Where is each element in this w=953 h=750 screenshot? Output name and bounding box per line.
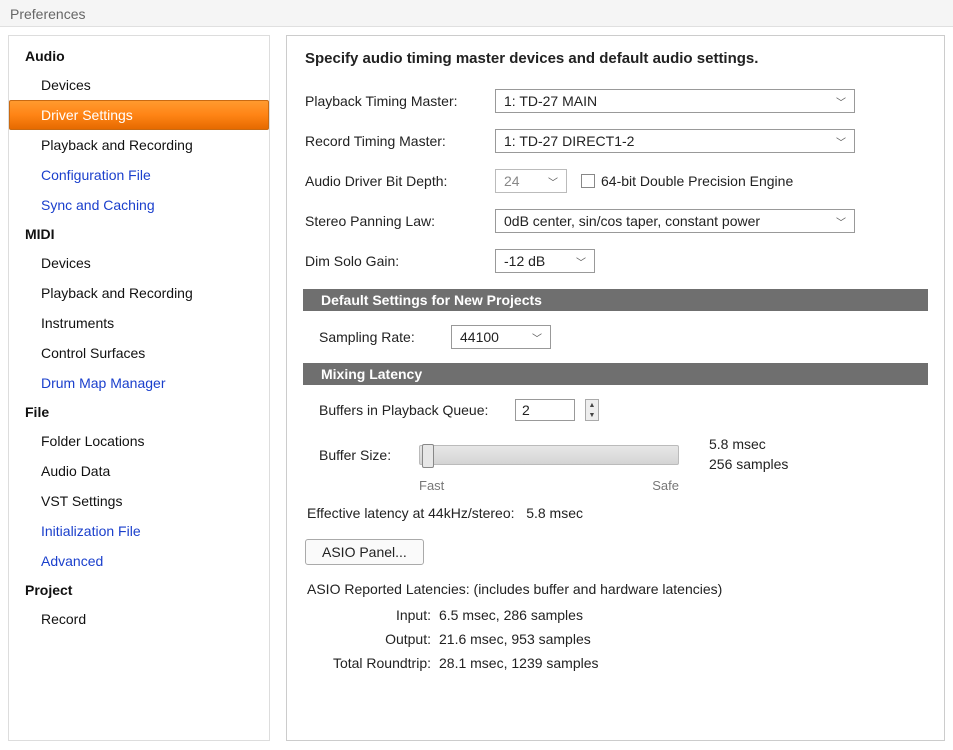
slider-safe-label: Safe	[652, 478, 679, 493]
panning-value: 0dB center, sin/cos taper, constant powe…	[504, 213, 760, 229]
nav-audio-devices[interactable]: Devices	[9, 70, 269, 100]
nav-header-audio: Audio	[9, 42, 269, 70]
section-mixing-latency: Mixing Latency	[303, 363, 928, 385]
latency-roundtrip-value: 28.1 msec, 1239 samples	[439, 655, 599, 671]
nav-project-record[interactable]: Record	[9, 604, 269, 634]
bufsize-samples: 256 samples	[709, 455, 788, 475]
dimsolo-label: Dim Solo Gain:	[305, 253, 495, 269]
chevron-down-icon: ﹀	[836, 134, 846, 149]
effective-latency-label: Effective latency at 44kHz/stereo:	[307, 505, 515, 521]
nav-file-initialization-file[interactable]: Initialization File	[9, 516, 269, 546]
latency-output-label: Output:	[307, 631, 439, 647]
dimsolo-select[interactable]: -12 dB ﹀	[495, 249, 595, 273]
asio-reported-header: ASIO Reported Latencies: (includes buffe…	[307, 581, 926, 597]
nav-file-advanced[interactable]: Advanced	[9, 546, 269, 576]
nav-header-midi: MIDI	[9, 220, 269, 248]
spinner-up-icon: ▲	[586, 400, 598, 410]
dimsolo-value: -12 dB	[504, 253, 545, 269]
latency-output-value: 21.6 msec, 953 samples	[439, 631, 591, 647]
nav-midi-drum-map-manager[interactable]: Drum Map Manager	[9, 368, 269, 398]
buffers-value: 2	[522, 402, 530, 418]
nav-audio-sync-caching[interactable]: Sync and Caching	[9, 190, 269, 220]
nav-file-folder-locations[interactable]: Folder Locations	[9, 426, 269, 456]
section-defaults: Default Settings for New Projects	[303, 289, 928, 311]
chevron-down-icon: ﹀	[576, 254, 586, 269]
record-master-value: 1: TD-27 DIRECT1-2	[504, 133, 634, 149]
playback-master-select[interactable]: 1: TD-27 MAIN ﹀	[495, 89, 855, 113]
bufsize-ms: 5.8 msec	[709, 435, 788, 455]
bufsize-slider[interactable]	[419, 445, 679, 465]
bitdepth-label: Audio Driver Bit Depth:	[305, 173, 495, 189]
samplerate-select[interactable]: 44100 ﹀	[451, 325, 551, 349]
preferences-nav: Audio Devices Driver Settings Playback a…	[8, 35, 270, 741]
nav-audio-configuration-file[interactable]: Configuration File	[9, 160, 269, 190]
slider-fast-label: Fast	[419, 478, 444, 493]
nav-audio-driver-settings[interactable]: Driver Settings	[9, 100, 269, 130]
slider-thumb[interactable]	[422, 444, 434, 468]
record-master-select[interactable]: 1: TD-27 DIRECT1-2 ﹀	[495, 129, 855, 153]
settings-panel: Specify audio timing master devices and …	[286, 35, 945, 741]
latency-input-value: 6.5 msec, 286 samples	[439, 607, 583, 623]
samplerate-label: Sampling Rate:	[319, 329, 451, 345]
nav-audio-playback-recording[interactable]: Playback and Recording	[9, 130, 269, 160]
chevron-down-icon: ﹀	[836, 94, 846, 109]
nav-header-file: File	[9, 398, 269, 426]
bitdepth-value: 24	[504, 173, 520, 189]
buffers-spinner[interactable]: ▲▼	[585, 399, 599, 421]
nav-header-project: Project	[9, 576, 269, 604]
double-precision-label: 64-bit Double Precision Engine	[601, 173, 793, 189]
chevron-down-icon: ﹀	[836, 214, 846, 229]
double-precision-checkbox[interactable]	[581, 174, 595, 188]
nav-file-vst-settings[interactable]: VST Settings	[9, 486, 269, 516]
chevron-down-icon: ﹀	[548, 174, 558, 189]
latency-input-label: Input:	[307, 607, 439, 623]
asio-panel-button[interactable]: ASIO Panel...	[305, 539, 424, 565]
nav-file-audio-data[interactable]: Audio Data	[9, 456, 269, 486]
buffers-label: Buffers in Playback Queue:	[319, 402, 505, 418]
playback-master-value: 1: TD-27 MAIN	[504, 93, 597, 109]
nav-midi-playback-recording[interactable]: Playback and Recording	[9, 278, 269, 308]
samplerate-value: 44100	[460, 329, 499, 345]
spinner-down-icon: ▼	[586, 410, 598, 420]
bitdepth-select[interactable]: 24 ﹀	[495, 169, 567, 193]
nav-midi-instruments[interactable]: Instruments	[9, 308, 269, 338]
panning-select[interactable]: 0dB center, sin/cos taper, constant powe…	[495, 209, 855, 233]
panning-label: Stereo Panning Law:	[305, 213, 495, 229]
nav-midi-control-surfaces[interactable]: Control Surfaces	[9, 338, 269, 368]
page-heading: Specify audio timing master devices and …	[305, 50, 926, 67]
nav-midi-devices[interactable]: Devices	[9, 248, 269, 278]
buffers-input[interactable]: 2	[515, 399, 575, 421]
effective-latency-value: 5.8 msec	[526, 505, 583, 521]
record-master-label: Record Timing Master:	[305, 133, 495, 149]
chevron-down-icon: ﹀	[532, 330, 542, 345]
window-title: Preferences	[0, 0, 953, 27]
playback-master-label: Playback Timing Master:	[305, 93, 495, 109]
latency-roundtrip-label: Total Roundtrip:	[307, 655, 439, 671]
bufsize-label: Buffer Size:	[319, 447, 409, 463]
